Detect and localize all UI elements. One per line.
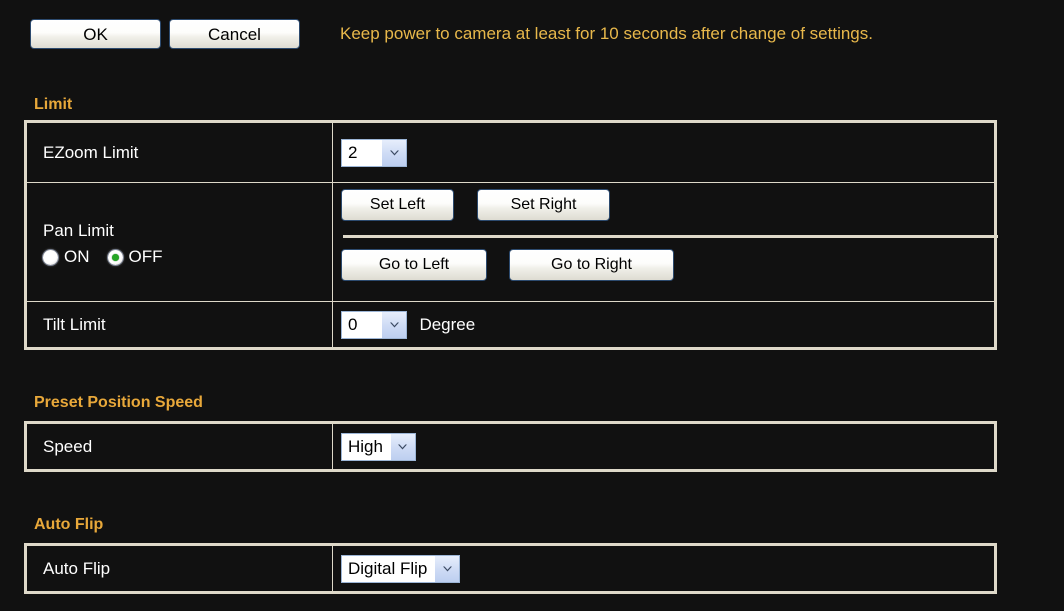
speed-select-value: High: [342, 433, 390, 460]
section-heading-limit: Limit: [34, 96, 73, 113]
speed-value-cell: High: [332, 423, 995, 470]
auto-flip-select-value: Digital Flip: [342, 555, 435, 582]
auto-flip-value-cell: Digital Flip: [332, 545, 995, 592]
set-right-button-label: Set Right: [510, 196, 577, 213]
cancel-button[interactable]: Cancel: [169, 19, 300, 49]
go-to-left-button[interactable]: Go to Left: [341, 249, 487, 281]
top-action-bar: OK Cancel Keep power to camera at least …: [0, 0, 1064, 70]
tilt-limit-select-value: 0: [342, 311, 381, 338]
ok-button[interactable]: OK: [30, 19, 161, 49]
pan-limit-radio-group: ON OFF: [43, 247, 332, 267]
ezoom-limit-select[interactable]: 2: [341, 138, 407, 167]
set-left-button-label: Set Left: [369, 196, 426, 213]
limit-settings-table: EZoom Limit 2 Pan Limit ON OFF Set Left …: [24, 120, 998, 350]
speed-select[interactable]: High: [341, 432, 416, 461]
go-to-left-button-label: Go to Left: [378, 256, 450, 273]
auto-flip-table: Auto Flip Digital Flip: [24, 543, 997, 594]
pan-limit-label: Pan Limit: [43, 221, 114, 240]
table-row: EZoom Limit 2: [26, 122, 995, 183]
auto-flip-label: Auto Flip: [43, 558, 111, 578]
pan-limit-button-stack: Set Left Set Right Go to Left Go to Righ…: [341, 183, 998, 301]
section-heading-auto-flip: Auto Flip: [34, 516, 104, 533]
ezoom-limit-label: EZoom Limit: [43, 142, 139, 162]
table-row: Speed High: [26, 423, 995, 470]
pan-limit-radio-on-label: ON: [64, 247, 90, 266]
go-to-right-button-label: Go to Right: [551, 256, 632, 273]
pan-limit-divider: [343, 235, 998, 238]
tilt-limit-label: Tilt Limit: [43, 314, 106, 334]
chevron-down-icon: [381, 139, 406, 166]
set-right-button[interactable]: Set Right: [477, 189, 610, 221]
pan-limit-controls-cell: Set Left Set Right Go to Left Go to Righ…: [332, 182, 998, 302]
section-heading-preset-position-speed: Preset Position Speed: [34, 394, 203, 411]
chevron-down-icon: [434, 555, 460, 582]
ok-button-label: OK: [83, 24, 108, 44]
pan-limit-label-cell: Pan Limit ON OFF: [26, 182, 333, 302]
tilt-limit-unit-label: Degree: [419, 314, 476, 334]
preset-position-speed-table: Speed High: [24, 421, 997, 472]
pan-limit-radio-off-label: OFF: [128, 247, 163, 266]
auto-flip-label-cell: Auto Flip: [26, 545, 333, 592]
speed-label-cell: Speed: [26, 423, 333, 470]
pan-limit-radio-off[interactable]: [107, 249, 123, 265]
tilt-limit-label-cell: Tilt Limit: [26, 301, 333, 348]
speed-label: Speed: [43, 436, 93, 456]
pan-limit-radio-on[interactable]: [43, 249, 58, 265]
settings-page: OK Cancel Keep power to camera at least …: [0, 0, 1064, 611]
table-row: Tilt Limit 0 Degree: [26, 301, 995, 348]
table-row: Pan Limit ON OFF Set Left Set Right Go t…: [26, 182, 998, 302]
ezoom-limit-value-cell: 2: [332, 122, 995, 183]
cancel-button-label: Cancel: [208, 24, 261, 44]
tilt-limit-select[interactable]: 0: [341, 310, 407, 339]
go-to-right-button[interactable]: Go to Right: [509, 249, 674, 281]
set-left-button[interactable]: Set Left: [341, 189, 454, 221]
table-row: Auto Flip Digital Flip: [26, 545, 995, 592]
chevron-down-icon: [381, 311, 406, 338]
tilt-limit-value-cell: 0 Degree: [332, 301, 995, 348]
ezoom-limit-select-value: 2: [342, 139, 381, 166]
chevron-down-icon: [389, 433, 415, 460]
power-notice-text: Keep power to camera at least for 10 sec…: [340, 24, 873, 43]
auto-flip-select[interactable]: Digital Flip: [341, 554, 461, 583]
ezoom-limit-label-cell: EZoom Limit: [26, 122, 333, 183]
